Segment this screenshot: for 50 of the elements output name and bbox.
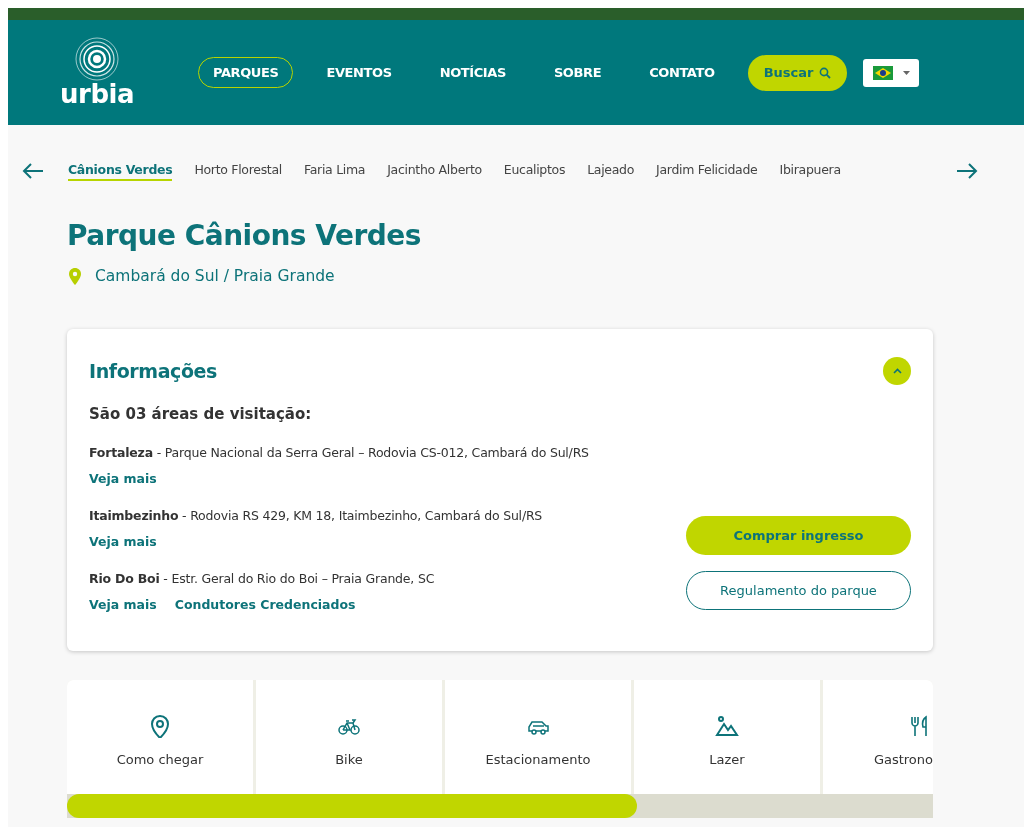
location-pin-icon (69, 267, 81, 285)
chevron-up-icon (892, 368, 902, 374)
logo-rings-icon (74, 35, 120, 82)
area-address: Rio Do Boi - Estr. Geral do Rio do Boi – Praia Grande, SC (89, 571, 436, 586)
rules-button[interactable]: Regulamento do parque (686, 571, 911, 610)
search-icon (819, 66, 832, 79)
mountain-icon (715, 713, 739, 738)
collapse-button[interactable] (883, 357, 911, 385)
feature-tile[interactable]: Lazer (634, 680, 820, 794)
tile-label: Lazer (709, 751, 745, 767)
nav-link[interactable]: EVENTOS (311, 57, 407, 88)
park-tab[interactable]: Horto Florestal (194, 161, 282, 181)
subtitle: São 03 áreas de visitação: (89, 405, 313, 423)
page-title: Parque Cânions Verdes (67, 219, 422, 253)
link[interactable]: Veja mais (89, 597, 157, 612)
arrow-right-icon (956, 163, 978, 179)
park-tab[interactable]: Faria Lima (304, 161, 366, 181)
buy-ticket-button[interactable]: Comprar ingresso (686, 516, 911, 555)
tile-label: Estacionamento (485, 751, 591, 767)
location-text: Cambará do Sul / Praia Grande (95, 267, 335, 285)
tile-label: Como chegar (116, 751, 204, 767)
area-address: Fortaleza - Parque Nacional da Serra Geral – Rodovia CS-012, Cambará do Sul/RS (89, 445, 589, 460)
arrow-left-icon (22, 163, 44, 179)
scrollbar-thumb[interactable] (67, 794, 637, 818)
flag-icon (872, 65, 893, 80)
location-pin-icon (148, 713, 172, 738)
nav-link[interactable]: SOBRE (538, 57, 617, 88)
link[interactable]: Condutores Credenciados (174, 597, 356, 612)
link[interactable]: Veja mais (89, 471, 157, 486)
feature-tile[interactable]: Gastrono (823, 680, 933, 794)
tile-label: Gastrono (873, 751, 933, 767)
area-address: Itaimbezinho - Rodovia RS 429, KM 18, Itaimbezinho, Cambará do Sul/RS (89, 508, 544, 523)
feature-tile[interactable]: Como chegar (67, 680, 253, 794)
park-tab[interactable]: Jardim Felicidade (656, 161, 758, 181)
nav-link[interactable]: NOTÍCIAS (424, 57, 521, 88)
section-title: Informações (89, 360, 217, 382)
feature-tile[interactable]: Bike (256, 680, 442, 794)
logo-wordmark[interactable]: urbia (60, 81, 134, 106)
nav-link[interactable]: CONTATO (634, 57, 730, 88)
feature-tile[interactable]: Estacionamento (445, 680, 631, 794)
link[interactable]: Veja mais (89, 534, 157, 549)
park-tab[interactable]: Lajeado (587, 161, 635, 181)
park-tab[interactable]: Eucaliptos (503, 161, 566, 181)
park-tab[interactable]: Cânions Verdes (68, 161, 173, 181)
park-tab[interactable]: Ibirapuera (779, 161, 841, 181)
search-button[interactable]: Buscar (747, 54, 848, 91)
tile-label: Bike (335, 751, 363, 767)
park-tab[interactable]: Jacintho Alberto (387, 161, 482, 181)
language-dropdown[interactable] (863, 58, 920, 87)
caret-icon (902, 70, 910, 75)
